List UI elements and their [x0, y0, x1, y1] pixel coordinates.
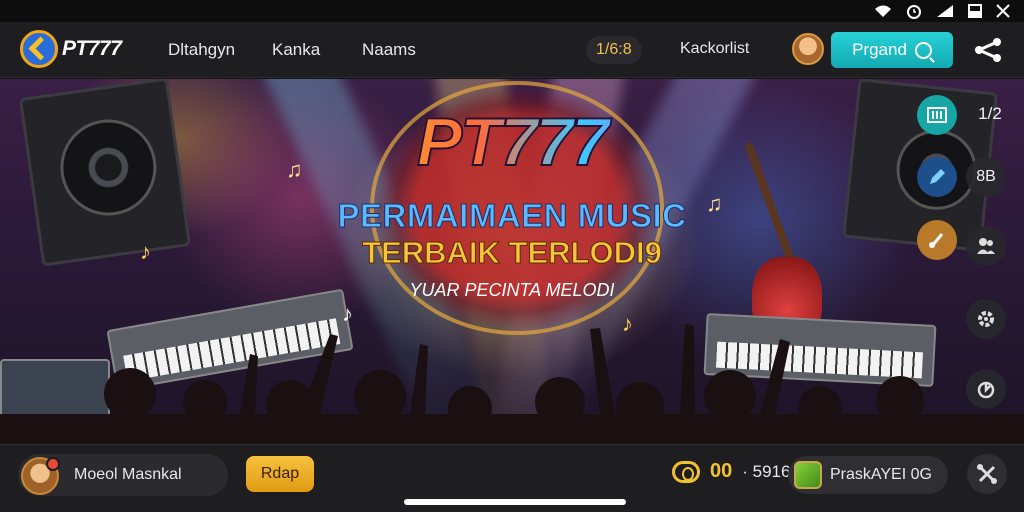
edit-button[interactable]	[917, 157, 957, 197]
music-note-icon	[929, 233, 944, 248]
refresh-button[interactable]	[966, 369, 1006, 409]
bottom-bar: Moeol Masnkal Rdap 00 · 5916 PraskAYEI 0…	[0, 444, 1024, 512]
coin-value: 00	[710, 460, 733, 482]
share-icon[interactable]	[972, 36, 1004, 64]
rail-label-button[interactable]: 8B	[966, 157, 1006, 197]
cta-label: Prgand	[852, 40, 907, 59]
username-link[interactable]: Kackorlist	[680, 40, 749, 58]
tools-icon	[977, 464, 997, 484]
rail-label-top: 1/2	[978, 104, 1002, 123]
hero-tagline: YUAR PECINTA MELODI	[409, 280, 615, 300]
alarm-icon	[906, 3, 922, 19]
hero-title: PT777	[340, 103, 684, 181]
nav-link-3[interactable]: Naams	[362, 40, 416, 60]
music-note-icon: ♫	[286, 157, 303, 182]
tools-button[interactable]	[967, 454, 1007, 494]
search-icon	[914, 41, 932, 59]
home-indicator[interactable]	[404, 499, 626, 505]
users-icon	[977, 238, 995, 254]
nav-link-2[interactable]: Kanka	[272, 40, 320, 60]
gift-box-icon	[794, 461, 822, 489]
now-playing[interactable]: Moeol Masnkal	[18, 454, 228, 496]
hero-subtitle-line1: PERMAIMAEN MUSIC	[337, 197, 687, 235]
reward-button[interactable]: PraskAYEI 0G	[788, 456, 948, 494]
wifi-icon	[874, 4, 892, 18]
coin-icon	[672, 460, 700, 483]
music-button[interactable]	[917, 220, 957, 260]
settings-button[interactable]	[966, 299, 1006, 339]
equalizer-button[interactable]	[917, 95, 957, 135]
play-button[interactable]: Rdap	[246, 456, 314, 492]
hero-subtitle-line2: TERBAIK TERLODI9	[362, 235, 663, 271]
edit-icon	[930, 169, 945, 184]
signal-icon	[936, 4, 954, 18]
reward-label: PraskAYEI 0G	[830, 466, 932, 483]
track-name: Moeol Masnkal	[74, 466, 182, 483]
music-note-icon: ♪	[140, 239, 151, 264]
logo[interactable]: PT777	[20, 30, 122, 68]
guitar-neck	[744, 141, 800, 277]
battery-icon	[968, 4, 982, 18]
timer-badge: 1/6:8	[586, 36, 642, 64]
avatar[interactable]	[792, 33, 824, 65]
track-avatar	[21, 457, 60, 495]
logo-text: PT777	[62, 37, 122, 60]
settings-icon	[978, 311, 994, 327]
primary-cta-button[interactable]: Prgand	[831, 32, 953, 68]
users-button[interactable]	[966, 226, 1006, 266]
logo-icon	[20, 30, 58, 68]
close-icon[interactable]	[996, 4, 1010, 18]
status-bar	[0, 0, 1024, 22]
equalizer-icon	[927, 107, 947, 123]
refresh-icon	[977, 381, 995, 399]
rail-label-second: 8B	[976, 168, 996, 185]
coin-balance: 00 · 5916	[672, 460, 790, 483]
speaker-left	[18, 79, 192, 267]
nav-link-1[interactable]: Dltahgyn	[168, 40, 235, 60]
hero-banner[interactable]: ♪ ♫ ♪ ♪ ♫ PT777 PERMAIMAEN MUSIC TERBAIK…	[0, 79, 1024, 444]
coin-count: · 5916	[742, 461, 791, 481]
crowd-silhouette	[0, 324, 1024, 444]
